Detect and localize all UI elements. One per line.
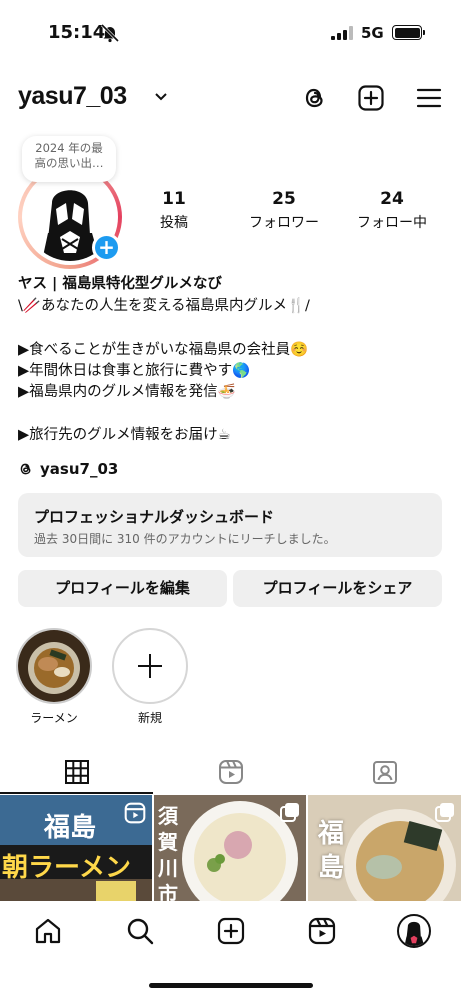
professional-dashboard[interactable]: プロフェッショナルダッシュボード 過去 30日間に 310 件のアカウントにリー… [18,493,442,557]
stat-followers-label: フォロワー [249,215,319,231]
new-highlight-circle [112,628,188,704]
highlight-label: 新規 [137,711,162,725]
dashboard-subtitle: 過去 30日間に 310 件のアカウントにリーチしました。 [34,532,336,546]
dashboard-title: プロフェッショナルダッシュボード [34,508,275,526]
reels-icon [218,760,243,784]
stat-posts-count: 11 [162,189,186,209]
grid-icon [64,760,89,784]
active-tab-indicator [0,792,153,794]
edit-profile-button[interactable]: プロフィールを編集 [18,570,227,607]
battery-icon [392,25,425,40]
threads-profile-link[interactable]: yasu7_03 [18,460,118,478]
reels-icon[interactable] [307,916,337,946]
home-icon[interactable] [33,916,63,946]
stat-posts-label: 投稿 [160,215,188,231]
plus-icon [138,654,162,678]
highlight-ramen[interactable]: ラーメン [16,628,92,726]
threads-icon[interactable] [301,84,329,112]
tagged-person-icon [372,761,397,784]
profile-note-bubble[interactable]: 2024 年の最高の思い出… [22,136,116,182]
stat-followers[interactable]: 25 フォロワー [240,189,328,232]
search-icon[interactable] [125,916,155,946]
menu-icon[interactable] [415,84,443,112]
highlight-new[interactable]: 新規 [112,628,188,726]
post-thumbnail[interactable]: 須賀川市 [154,795,306,901]
threads-icon [20,463,31,475]
tab-posts-grid[interactable] [0,750,153,794]
post-text-fukushima: 福島 [44,813,97,843]
add-post-icon[interactable] [357,84,385,112]
tab-reels[interactable] [154,750,307,794]
stat-posts[interactable]: 11 投稿 [150,189,198,232]
bio-line: \🥢あなたの人生を変える福島県内グルメ🍴/ [18,298,310,314]
carousel-icon [280,803,299,822]
stat-followers-count: 25 [272,189,296,209]
highlight-ramen-cover [16,628,92,704]
network-label: 5G [361,24,384,42]
create-icon[interactable] [216,916,246,946]
profile-tab-avatar[interactable] [397,914,431,948]
add-story-button[interactable]: + [92,233,121,262]
bio-line: ▶年間休日は食事と旅行に費やす🌎 [18,363,251,379]
threads-handle: yasu7_03 [40,460,119,478]
reel-badge-icon [124,802,146,824]
bio-line: ▶福島県内のグルメ情報を発信🍜 [18,384,236,400]
username-switcher[interactable]: yasu7_03 [18,82,127,111]
stat-following-label: フォロー中 [357,215,427,231]
status-bar: 15:14 5G [0,0,461,60]
carousel-icon [435,803,454,822]
bio-line: ▶食べることが生きがいな福島県の会社員☺️ [18,342,309,358]
signal-icon [331,26,353,40]
post-text-morning-ramen: 朝ラーメン [2,853,131,883]
post-thumbnail[interactable]: 福島 朝ラーメン [0,795,152,901]
status-time: 15:14 [48,22,106,43]
stat-following[interactable]: 24 フォロー中 [350,189,434,232]
chevron-down-icon[interactable] [154,90,168,104]
bio-line: ▶旅行先のグルメ情報をお届け☕ [18,427,231,443]
bio-name: ヤス | 福島県特化型グルメなび [18,276,222,292]
highlight-label: ラーメン [30,711,78,725]
stat-following-count: 24 [380,189,404,209]
tab-tagged[interactable] [308,750,461,794]
post-text-fukushima-2: 福島 [318,819,345,883]
profile-tabs [0,750,461,794]
bell-muted-icon [100,23,120,43]
share-profile-button[interactable]: プロフィールをシェア [233,570,442,607]
home-indicator [149,983,313,988]
post-thumbnail[interactable]: 福島 [308,795,461,901]
post-text-sukagawa: 須賀川市 [158,804,178,901]
